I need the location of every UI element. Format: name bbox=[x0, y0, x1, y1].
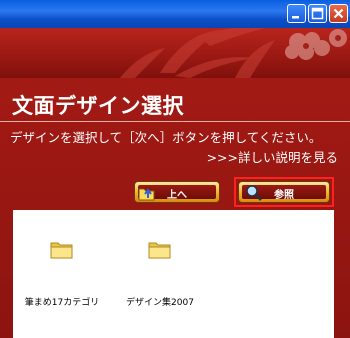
browse-button-label: 参照 bbox=[274, 190, 294, 201]
folder-icon bbox=[148, 238, 172, 264]
title-bar[interactable] bbox=[0, 0, 350, 28]
folder-name: 筆まめ17カテゴリ bbox=[24, 298, 100, 308]
minimize-button[interactable] bbox=[287, 4, 306, 23]
close-icon bbox=[333, 8, 344, 19]
maximize-icon bbox=[311, 7, 324, 20]
help-link[interactable]: >>>詳しい説明を見る bbox=[207, 147, 338, 166]
bamboo-leaves-decoration bbox=[120, 28, 347, 78]
decorative-banner bbox=[0, 28, 350, 78]
instruction-text: デザインを選択して［次へ］ボタンを押してください。 bbox=[10, 130, 322, 145]
up-button[interactable]: 上へ bbox=[134, 181, 220, 203]
folder-name: デザイン集2007 bbox=[126, 298, 194, 308]
maximize-button[interactable] bbox=[308, 4, 327, 23]
close-button[interactable] bbox=[329, 4, 348, 23]
folder-item[interactable]: デザイン集2007 bbox=[112, 238, 208, 308]
page-title: 文面デザイン選択 bbox=[12, 94, 184, 118]
folder-icon bbox=[50, 238, 74, 264]
browse-button[interactable]: 参照 bbox=[238, 181, 330, 203]
divider bbox=[0, 121, 350, 122]
up-button-label: 上へ bbox=[167, 190, 187, 201]
folder-item[interactable]: 筆まめ17カテゴリ bbox=[14, 238, 110, 308]
design-selection-window: 文面デザイン選択 デザインを選択して［次へ］ボタンを押してください。 >>>詳し… bbox=[0, 0, 350, 338]
minimize-icon bbox=[292, 16, 299, 19]
